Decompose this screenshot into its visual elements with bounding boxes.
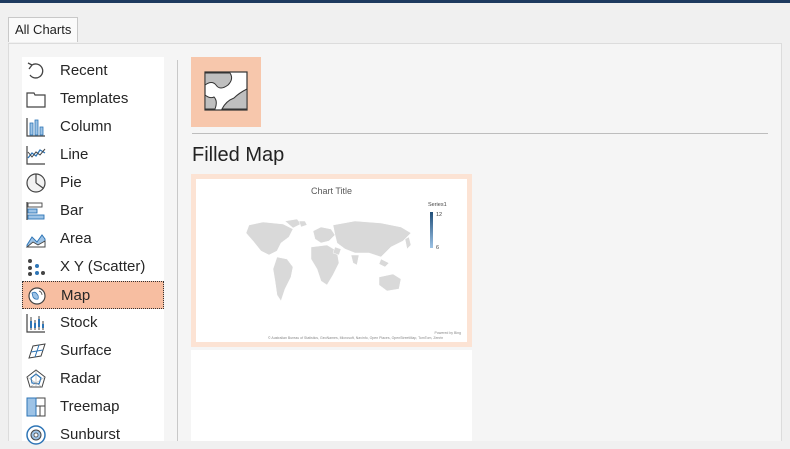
chart-preview-secondary	[191, 350, 472, 441]
tab-strip: All Charts	[0, 3, 790, 43]
chart-preview-canvas: Chart Title Series1 12 6 Powered by Bing…	[196, 179, 467, 342]
sidebar-item-label: Line	[60, 146, 89, 163]
radar-chart-icon	[26, 369, 46, 388]
legend-max-label: 12	[436, 212, 443, 218]
sidebar-item-label: Stock	[60, 314, 98, 331]
sunburst-chart-icon	[26, 425, 46, 445]
sidebar-item-bar[interactable]: Bar	[22, 197, 164, 225]
section-divider	[192, 133, 768, 134]
sidebar-item-xy-scatter[interactable]: X Y (Scatter)	[22, 253, 164, 281]
stock-chart-icon	[26, 314, 45, 333]
sidebar-item-label: Radar	[60, 370, 101, 387]
sidebar-item-label: Sunburst	[60, 426, 121, 443]
chart-type-list: Recent Templates Column Line Pie Bar Are…	[22, 57, 164, 445]
sidebar-item-label: Surface	[60, 342, 112, 359]
map-powered-by: Powered by Bing	[434, 331, 461, 335]
legend-min-label: 6	[436, 245, 440, 251]
pie-chart-icon	[26, 173, 46, 193]
map-attribution: © Australian Bureau of Statistics, GeoNa…	[268, 336, 444, 340]
templates-icon	[26, 92, 46, 108]
bar-chart-icon	[26, 202, 45, 220]
legend-color-scale	[430, 212, 433, 248]
sidebar-divider	[177, 60, 178, 441]
recent-icon	[27, 62, 44, 79]
scatter-chart-icon	[28, 259, 45, 276]
subtype-filled-map[interactable]	[191, 57, 261, 127]
sidebar-item-label: Bar	[60, 202, 84, 219]
tab-all-charts[interactable]: All Charts	[8, 17, 79, 42]
chart-title: Chart Title	[310, 186, 352, 196]
area-chart-icon	[25, 234, 46, 248]
section-title: Filled Map	[192, 144, 285, 166]
sidebar-item-templates[interactable]: Templates	[22, 85, 164, 113]
legend-title: Series1	[428, 202, 447, 208]
sidebar-item-label: X Y (Scatter)	[60, 258, 146, 275]
sidebar-item-pie[interactable]: Pie	[22, 169, 164, 197]
sidebar-item-sunburst[interactable]: Sunburst	[22, 421, 164, 449]
sidebar-item-map[interactable]: Map	[22, 281, 164, 309]
sidebar-item-line[interactable]: Line	[22, 141, 164, 169]
sidebar-item-recent[interactable]: Recent	[22, 57, 164, 85]
sidebar-item-column[interactable]: Column	[22, 113, 164, 141]
sidebar-item-surface[interactable]: Surface	[22, 337, 164, 365]
sidebar-item-label: Treemap	[60, 398, 120, 415]
column-chart-icon	[26, 118, 45, 137]
sidebar-item-label: Area	[60, 230, 92, 247]
sidebar-item-radar[interactable]: Radar	[22, 365, 164, 393]
chart-preview[interactable]: Chart Title Series1 12 6 Powered by Bing…	[191, 174, 472, 347]
sidebar-item-treemap[interactable]: Treemap	[22, 393, 164, 421]
surface-chart-icon	[28, 343, 46, 359]
sidebar-item-label: Recent	[60, 62, 108, 79]
line-chart-icon	[26, 146, 46, 165]
filled-map-icon	[204, 71, 248, 111]
sidebar-item-label: Map	[61, 287, 91, 304]
sidebar-item-stock[interactable]: Stock	[22, 309, 164, 337]
sidebar-item-label: Pie	[60, 174, 82, 191]
sidebar-item-label: Templates	[60, 90, 129, 107]
sidebar-item-label: Column	[60, 118, 112, 135]
treemap-chart-icon	[26, 397, 46, 417]
world-map	[245, 219, 412, 302]
map-chart-icon	[28, 287, 46, 305]
sidebar-item-area[interactable]: Area	[22, 225, 164, 253]
